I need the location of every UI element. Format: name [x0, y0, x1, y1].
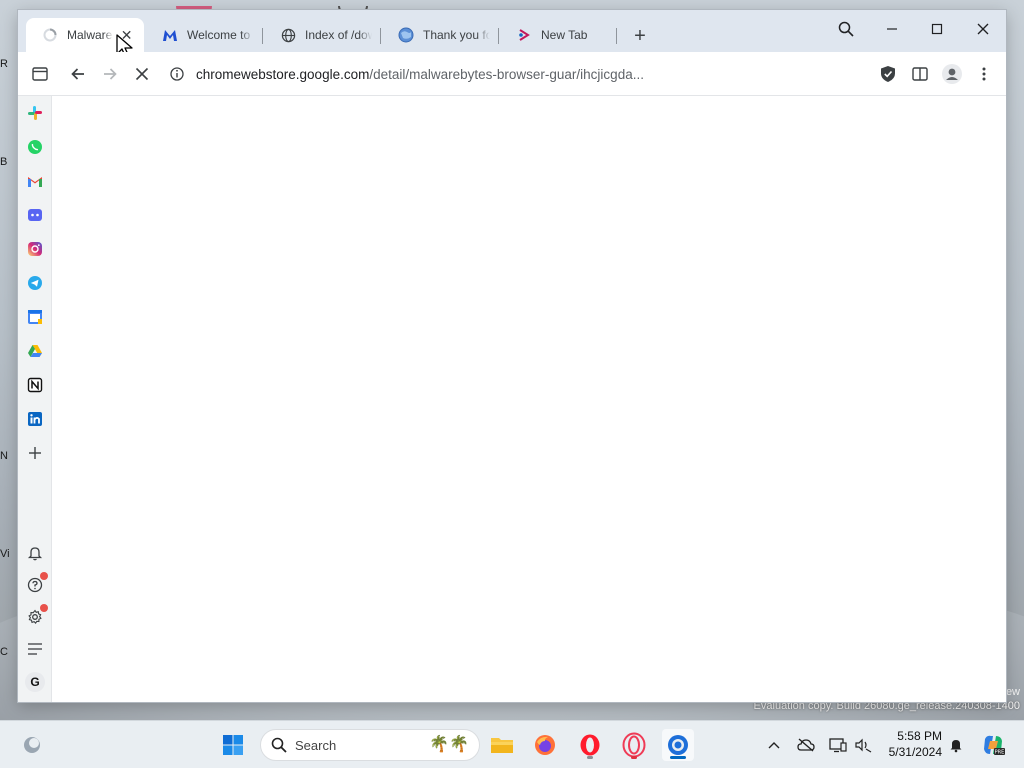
tab-separator [616, 28, 617, 44]
bell-icon[interactable] [26, 544, 44, 562]
desktop-label-fragment: N [0, 450, 8, 462]
notification-bell-icon[interactable] [946, 735, 966, 755]
svg-text:PRE: PRE [995, 750, 1005, 756]
tab-welcome[interactable]: Welcome to Malwarebytes [146, 18, 264, 52]
volume-wifi-icon[interactable] [853, 735, 873, 755]
page-content-blank [52, 96, 1006, 702]
whatsapp-icon[interactable] [26, 138, 44, 156]
taskbar: Search 🌴🌴 5:58 PM 5/31/2024 PRE [0, 720, 1024, 768]
browser-window: Malwarebytes ✕ Welcome to Malwarebytes I… [18, 10, 1006, 702]
start-windows-icon[interactable] [217, 729, 249, 761]
minimize-button[interactable] [872, 14, 912, 44]
tab-separator [262, 28, 263, 44]
browser-sidebar: G [18, 96, 52, 702]
url-host: chromewebstore.google.com [196, 66, 370, 82]
desktop-label-fragment: Vi [0, 548, 10, 560]
taskbar-clock[interactable]: 5:58 PM 5/31/2024 [880, 728, 942, 760]
loading-spinner-icon [42, 27, 58, 43]
chevron-up-icon[interactable] [764, 735, 784, 755]
desktop-label-fragment: ew [1005, 686, 1020, 698]
address-bar[interactable]: chromewebstore.google.com/detail/malware… [168, 60, 868, 88]
globe-icon [280, 27, 296, 43]
desktop-label-fragment: C [0, 646, 8, 658]
tab-thank-you[interactable]: Thank you for downloading [382, 18, 500, 52]
settings-notification-dot [40, 604, 48, 612]
split-view-icon[interactable] [906, 60, 934, 88]
search-label: Search [295, 737, 337, 753]
tab-title: Malwarebytes [67, 28, 113, 42]
linkedin-icon[interactable] [26, 410, 44, 428]
widgets-weather-icon[interactable] [16, 729, 48, 761]
discord-icon[interactable] [26, 206, 44, 224]
tab-title: Thank you for downloading [423, 28, 490, 42]
browser-taskbar-icon-active[interactable] [662, 729, 694, 761]
drive-icon[interactable] [26, 342, 44, 360]
tab-index-of[interactable]: Index of /downloads [264, 18, 382, 52]
taskbar-search-box[interactable]: Search 🌴🌴 [260, 729, 480, 761]
close-window-button[interactable] [963, 14, 1003, 44]
browser-globe-icon [398, 27, 414, 43]
search-highlight-palm-icon: 🌴🌴 [429, 736, 469, 753]
search-icon [271, 737, 287, 753]
help-notification-dot [40, 572, 48, 580]
tab-title: New Tab [541, 28, 588, 42]
running-indicator [631, 756, 637, 759]
sidebar-toggle-icon[interactable] [26, 60, 54, 88]
firefox-icon[interactable] [529, 729, 561, 761]
tab-new-tab[interactable]: New Tab [500, 18, 618, 52]
running-indicator [587, 756, 593, 759]
display-network-icon[interactable] [828, 735, 848, 755]
slack-icon[interactable] [26, 104, 44, 122]
opera-gx-icon [516, 27, 532, 43]
notion-icon[interactable] [26, 376, 44, 394]
clock-time: 5:58 PM [897, 729, 942, 743]
browser-toolbar: chromewebstore.google.com/detail/malware… [18, 52, 1006, 96]
opera-icon[interactable] [574, 729, 606, 761]
site-info-icon[interactable] [168, 65, 186, 83]
file-explorer-icon[interactable] [486, 729, 518, 761]
profile-avatar-icon[interactable] [938, 60, 966, 88]
instagram-icon[interactable] [26, 240, 44, 258]
opera-gx-taskbar-icon[interactable] [618, 729, 650, 761]
desktop-label-fragment: R [0, 58, 8, 70]
calendar-icon[interactable] [26, 308, 44, 326]
menu-list-icon[interactable] [26, 640, 44, 658]
tab-title: Welcome to Malwarebytes [187, 28, 254, 42]
forward-button[interactable] [96, 60, 124, 88]
tab-search-icon[interactable] [826, 14, 866, 44]
stop-loading-button[interactable] [128, 60, 156, 88]
gmail-icon[interactable] [26, 172, 44, 190]
new-tab-button[interactable]: + [628, 24, 652, 48]
tab-separator [380, 28, 381, 44]
account-g-icon[interactable]: G [25, 672, 45, 692]
back-button[interactable] [64, 60, 92, 88]
shield-extension-icon[interactable] [874, 60, 902, 88]
malwarebytes-icon [162, 27, 178, 43]
tab-strip: Malwarebytes ✕ Welcome to Malwarebytes I… [18, 10, 1006, 58]
tab-separator [498, 28, 499, 44]
telegram-icon[interactable] [26, 274, 44, 292]
url-path: /detail/malwarebytes-browser-guar/ihcjic… [369, 66, 644, 82]
active-window-indicator [670, 756, 686, 759]
more-menu-icon[interactable] [970, 60, 998, 88]
maximize-button[interactable] [917, 14, 957, 44]
copilot-icon[interactable]: PRE [980, 732, 1006, 758]
desktop-label-fragment: B [0, 156, 8, 168]
add-sidebar-app-icon[interactable] [26, 444, 44, 462]
tab-title: Index of /downloads [305, 28, 372, 42]
onedrive-offline-icon[interactable] [796, 735, 816, 755]
clock-date: 5/31/2024 [888, 745, 942, 759]
